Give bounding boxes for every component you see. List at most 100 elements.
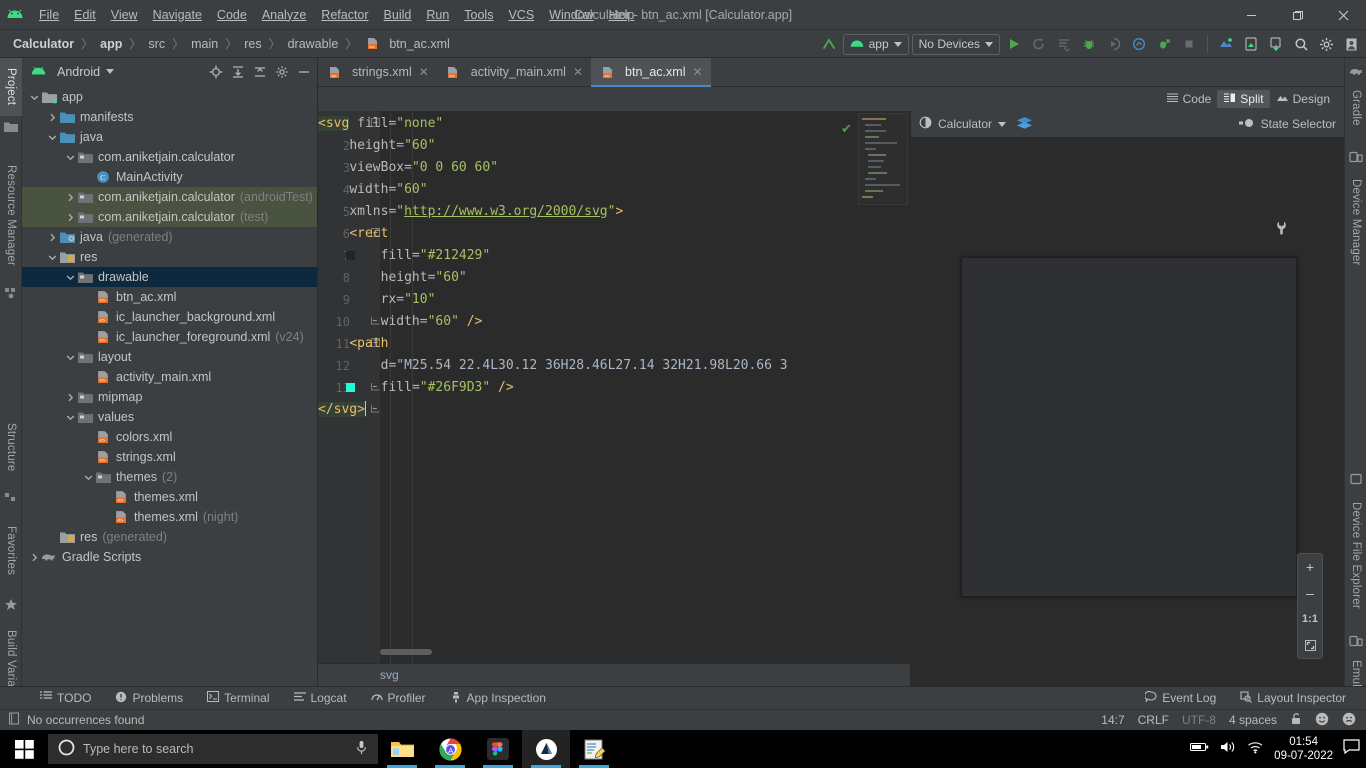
happy-face-icon[interactable] bbox=[1315, 712, 1329, 729]
chevron-down-icon[interactable] bbox=[28, 93, 41, 102]
code-line[interactable]: <svg fill="none" bbox=[318, 113, 443, 135]
layers-icon[interactable] bbox=[1016, 116, 1033, 133]
breadcrumb-src[interactable]: src bbox=[145, 35, 168, 53]
close-icon[interactable]: ✕ bbox=[419, 65, 429, 79]
close-icon[interactable]: ✕ bbox=[573, 65, 583, 79]
microphone-icon[interactable] bbox=[355, 740, 368, 758]
tree-item-res[interactable]: res bbox=[22, 247, 317, 267]
tree-item-com-aniketjain-calculator[interactable]: com.aniketjain.calculator (androidTest) bbox=[22, 187, 317, 207]
bottom-item-problems[interactable]: Problems bbox=[103, 691, 195, 706]
bottom-item-logcat[interactable]: Logcat bbox=[282, 691, 359, 705]
tree-item-layout[interactable]: layout bbox=[22, 347, 317, 367]
project-view-selector[interactable]: Android bbox=[30, 65, 115, 79]
chevron-right-icon[interactable] bbox=[46, 233, 59, 242]
tree-item-themes[interactable]: themes (2) bbox=[22, 467, 317, 487]
theme-selector-label[interactable]: Calculator bbox=[938, 117, 992, 131]
tree-item-java[interactable]: java (generated) bbox=[22, 227, 317, 247]
tree-item-com-aniketjain-calculator[interactable]: com.aniketjain.calculator (test) bbox=[22, 207, 317, 227]
stop-icon[interactable] bbox=[1178, 33, 1200, 55]
menu-view[interactable]: View bbox=[104, 4, 145, 26]
tab-btn-ac-xml[interactable]: <> btn_ac.xml ✕ bbox=[591, 58, 711, 87]
bottom-item-terminal[interactable]: Terminal bbox=[195, 691, 281, 705]
chevron-down-icon[interactable] bbox=[64, 153, 77, 162]
run-with-coverage-icon[interactable] bbox=[1103, 33, 1125, 55]
maximize-button[interactable] bbox=[1274, 0, 1320, 30]
zoom-to-fit-button[interactable] bbox=[1297, 632, 1323, 658]
code-line[interactable]: height="60" bbox=[318, 135, 435, 157]
run-icon[interactable] bbox=[1003, 33, 1025, 55]
tree-item-manifests[interactable]: manifests bbox=[22, 107, 317, 127]
tree-item-ic-launcher-foreground-xml[interactable]: <> ic_launcher_foreground.xml (v24) bbox=[22, 327, 317, 347]
sidebar-item-favorites[interactable]: Favorites bbox=[0, 510, 22, 592]
tree-item-drawable[interactable]: drawable bbox=[22, 267, 317, 287]
google-chrome-icon[interactable]: A bbox=[426, 730, 474, 768]
menu-help[interactable]: Help bbox=[602, 4, 642, 26]
code-line[interactable]: <rect bbox=[318, 223, 388, 245]
tree-item-com-aniketjain-calculator[interactable]: com.aniketjain.calculator bbox=[22, 147, 317, 167]
action-center-icon[interactable] bbox=[1343, 739, 1360, 759]
bottom-item-profiler[interactable]: Profiler bbox=[359, 691, 438, 706]
tree-item-values[interactable]: values bbox=[22, 407, 317, 427]
search-everywhere-icon[interactable] bbox=[1290, 33, 1312, 55]
breadcrumb-main[interactable]: main bbox=[188, 35, 221, 53]
code-fold-toggle[interactable] bbox=[370, 399, 380, 421]
line-separator[interactable]: CRLF bbox=[1138, 713, 1169, 727]
sidebar-item-device-manager[interactable]: Device Manager bbox=[1345, 164, 1366, 280]
menu-file[interactable]: File bbox=[32, 4, 66, 26]
tree-item-activity-main-xml[interactable]: <> activity_main.xml bbox=[22, 367, 317, 387]
chevron-right-icon[interactable] bbox=[64, 193, 77, 202]
apply-changes-icon[interactable] bbox=[1028, 33, 1050, 55]
volume-icon[interactable] bbox=[1220, 740, 1237, 759]
code-line[interactable]: width="60" bbox=[318, 179, 427, 201]
breadcrumb-project[interactable]: Calculator bbox=[10, 35, 77, 53]
sdk-manager-icon[interactable] bbox=[1215, 33, 1237, 55]
settings-icon[interactable] bbox=[273, 63, 291, 81]
menu-build[interactable]: Build bbox=[377, 4, 419, 26]
tree-item-btn-ac-xml[interactable]: <> btn_ac.xml bbox=[22, 287, 317, 307]
breadcrumb-app[interactable]: app bbox=[97, 35, 125, 53]
view-mode-design[interactable]: Design bbox=[1270, 90, 1336, 108]
menu-analyze[interactable]: Analyze bbox=[255, 4, 313, 26]
menu-navigate[interactable]: Navigate bbox=[146, 4, 209, 26]
wrench-icon[interactable] bbox=[1276, 221, 1287, 240]
tab-strings-xml[interactable]: <> strings.xml ✕ bbox=[318, 58, 437, 86]
unlocked-icon[interactable] bbox=[1290, 712, 1302, 728]
chevron-down-icon[interactable] bbox=[82, 473, 95, 482]
menu-refactor[interactable]: Refactor bbox=[314, 4, 375, 26]
chevron-down-icon[interactable] bbox=[64, 413, 77, 422]
chevron-right-icon[interactable] bbox=[64, 393, 77, 402]
code-line[interactable]: </svg> bbox=[318, 399, 366, 421]
bottom-item-event-log[interactable]: Event Log bbox=[1133, 690, 1228, 706]
make-project-icon[interactable] bbox=[818, 33, 840, 55]
tree-item-mainactivity[interactable]: C MainActivity bbox=[22, 167, 317, 187]
preview-surface[interactable]: + – 1:1 bbox=[911, 137, 1344, 686]
file-explorer-icon[interactable] bbox=[378, 730, 426, 768]
tree-item-colors-xml[interactable]: <> colors.xml bbox=[22, 427, 317, 447]
project-tree[interactable]: app manifests java com.aniketjain.calculato… bbox=[22, 87, 317, 686]
sidebar-item-device-file-explorer[interactable]: Device File Explorer bbox=[1345, 486, 1366, 624]
state-selector[interactable]: State Selector bbox=[1238, 117, 1336, 131]
figma-icon[interactable] bbox=[474, 730, 522, 768]
apply-code-changes-icon[interactable] bbox=[1053, 33, 1075, 55]
attach-debugger-icon[interactable] bbox=[1153, 33, 1175, 55]
code-line[interactable]: <path bbox=[318, 333, 388, 355]
code-line[interactable]: fill="#26F9D3" /> bbox=[318, 377, 514, 399]
menu-run[interactable]: Run bbox=[419, 4, 456, 26]
android-studio-icon[interactable] bbox=[522, 730, 570, 768]
sad-face-icon[interactable] bbox=[1342, 712, 1356, 729]
sidebar-item-resource-manager[interactable]: Resource Manager bbox=[0, 150, 22, 282]
collapse-all-icon[interactable] bbox=[251, 63, 269, 81]
chevron-down-icon[interactable] bbox=[46, 133, 59, 142]
device-selector[interactable]: No Devices bbox=[911, 33, 1000, 55]
view-mode-split[interactable]: Split bbox=[1217, 90, 1270, 108]
tree-item-app[interactable]: app bbox=[22, 87, 317, 107]
code-line[interactable]: viewBox="0 0 60 60" bbox=[318, 157, 498, 179]
sidebar-item-structure[interactable]: Structure bbox=[0, 408, 22, 486]
tree-item-java[interactable]: java bbox=[22, 127, 317, 147]
indent-setting[interactable]: 4 spaces bbox=[1229, 713, 1277, 727]
close-icon[interactable]: ✕ bbox=[692, 65, 702, 79]
code-line[interactable]: width="60" /> bbox=[318, 311, 483, 333]
chevron-down-icon[interactable] bbox=[64, 273, 77, 282]
settings-icon[interactable] bbox=[1315, 33, 1337, 55]
code-line[interactable]: rx="10" bbox=[318, 289, 436, 311]
